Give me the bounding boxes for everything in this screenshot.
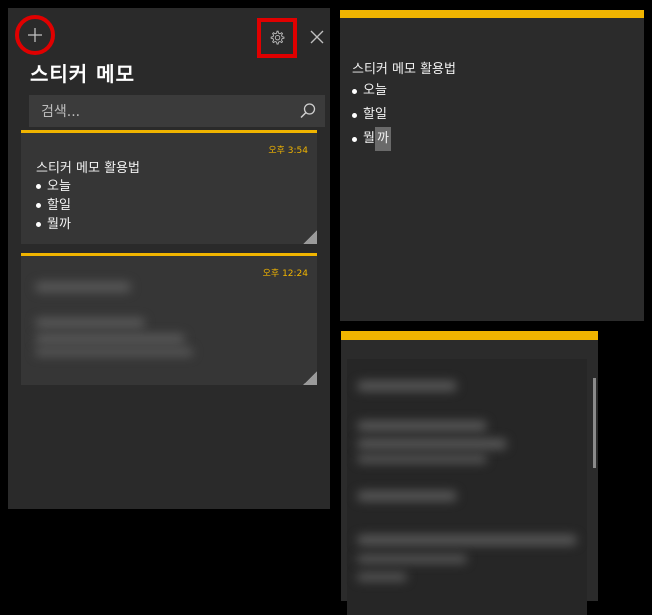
plus-icon	[28, 28, 42, 42]
settings-button[interactable]	[257, 18, 297, 58]
list-item[interactable]: 오늘	[352, 79, 391, 103]
note-card[interactable]: 오후 3:54 스티커 메모 활용법 오늘 할일 뭘까	[21, 130, 317, 244]
list-item-text: 오늘	[47, 179, 71, 194]
blurred-text	[357, 573, 407, 581]
app-title: 스티커 메모	[30, 62, 135, 86]
note-timestamp: 오후 12:24	[263, 266, 308, 279]
notes-list-panel: 스티커 메모 오후 3:54 스티커 메모 활용법 오늘 할일 뭘까 오후 12…	[8, 8, 330, 509]
list-item-text: 뭘까	[47, 217, 71, 232]
blurred-text	[357, 535, 577, 545]
note-bullet-list: 오늘 할일 뭘까	[36, 177, 71, 234]
selected-text[interactable]: 까	[374, 127, 391, 151]
time-value: 3:54	[287, 146, 308, 156]
page-fold-icon	[303, 371, 317, 385]
list-item-text[interactable]: 오늘	[363, 79, 387, 103]
note-header-bar[interactable]	[341, 331, 598, 340]
bullet-icon	[352, 136, 357, 142]
list-item: 할일	[36, 196, 71, 215]
note-bullet-list[interactable]: 오늘 할일 뭘까	[352, 79, 391, 151]
bullet-icon	[36, 222, 41, 227]
time-prefix: 오후	[268, 146, 285, 156]
list-item-text[interactable]: 뭘	[363, 127, 375, 151]
blurred-text	[357, 381, 457, 391]
bullet-icon	[352, 112, 357, 118]
blurred-text	[35, 334, 185, 344]
bullet-icon	[36, 203, 41, 208]
note-header-bar[interactable]	[340, 10, 644, 18]
scrollbar[interactable]	[593, 378, 596, 468]
note-body[interactable]	[347, 359, 587, 615]
blurred-text	[35, 282, 131, 292]
page-fold-icon	[303, 230, 317, 244]
close-icon	[310, 30, 324, 44]
blurred-text	[357, 439, 507, 449]
list-item[interactable]: 뭘까	[352, 127, 391, 151]
search-input[interactable]	[29, 95, 303, 129]
search-box	[29, 95, 325, 129]
blurred-text	[357, 421, 487, 431]
bullet-icon	[352, 88, 357, 94]
list-item: 오늘	[36, 177, 71, 196]
new-note-button[interactable]	[15, 15, 55, 55]
open-note-window[interactable]	[341, 331, 598, 615]
bullet-icon	[36, 184, 41, 189]
blurred-text	[357, 555, 467, 563]
list-item[interactable]: 할일	[352, 103, 391, 127]
blurred-text	[35, 318, 145, 328]
note-title[interactable]: 스티커 메모 활용법	[352, 58, 456, 77]
list-item: 뭘까	[36, 215, 71, 234]
time-prefix: 오후	[262, 269, 280, 279]
note-card[interactable]: 오후 12:24	[21, 253, 317, 385]
note-title: 스티커 메모 활용법	[36, 161, 140, 176]
blurred-text	[35, 348, 193, 356]
gear-icon	[270, 30, 285, 45]
list-item-text: 할일	[47, 198, 71, 213]
list-item-text[interactable]: 할일	[363, 103, 387, 127]
time-value: 12:24	[282, 269, 308, 279]
note-timestamp: 오후 3:54	[268, 143, 308, 156]
open-note-window[interactable]: 스티커 메모 활용법 오늘 할일 뭘까	[340, 10, 644, 321]
close-button[interactable]	[304, 22, 330, 52]
blurred-text	[357, 455, 487, 463]
search-icon[interactable]	[299, 102, 317, 120]
blurred-text	[357, 491, 457, 501]
